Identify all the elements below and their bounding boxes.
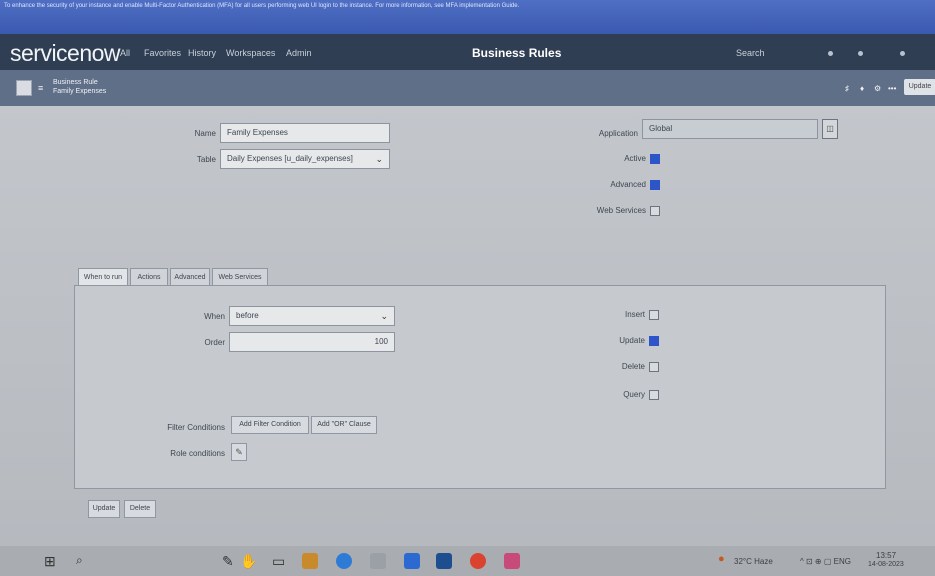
table-select[interactable]: Daily Expenses [u_daily_expenses] ⌄	[220, 149, 390, 169]
delete-label: Delete	[621, 362, 645, 371]
when-to-run-panel: When before ⌄ Order 100 Insert Update De…	[74, 285, 886, 489]
media-icon[interactable]	[504, 553, 520, 569]
filter-conditions-label: Filter Conditions	[167, 423, 225, 432]
name-field[interactable]: Family Expenses	[220, 123, 390, 143]
clock-time[interactable]: 13:57	[876, 551, 896, 560]
order-label: Order	[204, 338, 225, 347]
nav-favorites[interactable]: Favorites	[144, 48, 181, 58]
insert-label: Insert	[624, 310, 645, 319]
update-checkbox[interactable]	[649, 336, 659, 346]
activity-icon[interactable]: ♦	[860, 84, 864, 93]
task-view-icon[interactable]: ▭	[272, 553, 285, 570]
update-button[interactable]: Update	[88, 500, 120, 518]
chrome-icon[interactable]	[470, 553, 486, 569]
servicenow-logo[interactable]: servicenow	[10, 40, 121, 67]
nav-workspaces[interactable]: Workspaces	[226, 48, 275, 58]
global-search[interactable]: Search	[736, 48, 765, 58]
active-checkbox[interactable]	[650, 154, 660, 164]
nav-all[interactable]: All	[120, 48, 130, 58]
advanced-checkbox[interactable]	[650, 180, 660, 190]
attachment-icon[interactable]: ♯	[845, 84, 849, 93]
back-button[interactable]	[16, 80, 32, 96]
banner-text: To enhance the security of your instance…	[4, 3, 520, 9]
active-label: Active	[624, 154, 646, 163]
help-icon[interactable]	[828, 51, 833, 56]
hand-icon[interactable]: ✋	[240, 553, 257, 570]
page-heading: Business Rules	[472, 46, 562, 60]
web-services-checkbox[interactable]	[650, 206, 660, 216]
record-name: Family Expenses	[53, 88, 107, 95]
record-type: Business Rule	[53, 79, 98, 86]
top-navbar: servicenow All Favorites History Workspa…	[0, 34, 935, 70]
clock-date[interactable]: 14-08-2023	[868, 561, 904, 568]
query-checkbox[interactable]	[649, 390, 659, 400]
file-explorer-icon[interactable]	[302, 553, 318, 569]
query-label: Query	[623, 390, 645, 399]
mail-icon[interactable]	[404, 553, 420, 569]
edit-pencil-icon[interactable]: ✎	[231, 443, 247, 461]
update-label: Update	[619, 336, 645, 345]
advanced-label: Advanced	[610, 180, 646, 189]
security-banner: To enhance the security of your instance…	[0, 0, 935, 34]
app-icon[interactable]	[370, 553, 386, 569]
table-label: Table	[196, 155, 216, 164]
nav-history[interactable]: History	[188, 48, 216, 58]
name-label: Name	[194, 129, 216, 138]
application-field: Global	[642, 119, 818, 139]
table-value: Daily Expenses [u_daily_expenses]	[227, 154, 353, 163]
update-button-top[interactable]: Update	[904, 79, 935, 95]
add-filter-condition-button[interactable]: Add Filter Condition	[231, 416, 309, 434]
when-value: before	[236, 311, 259, 320]
user-avatar-icon[interactable]	[900, 51, 905, 56]
insert-checkbox[interactable]	[649, 310, 659, 320]
when-select[interactable]: before ⌄	[229, 306, 395, 326]
order-field[interactable]: 100	[229, 332, 395, 352]
delete-button[interactable]: Delete	[124, 500, 156, 518]
more-options-icon[interactable]: •••	[888, 84, 896, 93]
role-conditions-label: Role conditions	[170, 449, 225, 458]
notifications-icon[interactable]	[858, 51, 863, 56]
application-label: Application	[598, 129, 638, 138]
nav-admin[interactable]: Admin	[286, 48, 312, 58]
search-icon[interactable]: ⌕	[76, 553, 83, 568]
settings-icon[interactable]: ⚙	[874, 84, 881, 93]
vscode-icon[interactable]	[436, 553, 452, 569]
form-body: Name Family Expenses Table Daily Expense…	[0, 106, 935, 546]
taskbar: ⊞ ⌕ ✎ ✋ ▭ ● 32°C Haze ^ ⊡ ⊕ ▢ ENG 13:57 …	[0, 546, 935, 576]
chevron-down-icon: ⌄	[375, 154, 383, 164]
when-label: When	[204, 312, 225, 321]
delete-checkbox[interactable]	[649, 362, 659, 372]
pen-icon[interactable]: ✎	[222, 553, 234, 570]
chevron-down-icon: ⌄	[380, 311, 388, 321]
windows-start-icon[interactable]: ⊞	[44, 553, 56, 570]
context-menu-icon[interactable]: ≡	[38, 83, 43, 93]
weather-text[interactable]: 32°C Haze	[734, 557, 773, 566]
system-tray-icons[interactable]: ^ ⊡ ⊕ ▢ ENG	[800, 557, 851, 566]
web-services-label: Web Services	[596, 206, 646, 215]
add-or-clause-button[interactable]: Add "OR" Clause	[311, 416, 377, 434]
form-header: ≡ Business Rule Family Expenses ♯ ♦ ⚙ ••…	[0, 70, 935, 106]
lock-icon[interactable]: ◫	[822, 119, 838, 139]
edge-browser-icon[interactable]	[336, 553, 352, 569]
weather-icon: ●	[718, 553, 725, 565]
